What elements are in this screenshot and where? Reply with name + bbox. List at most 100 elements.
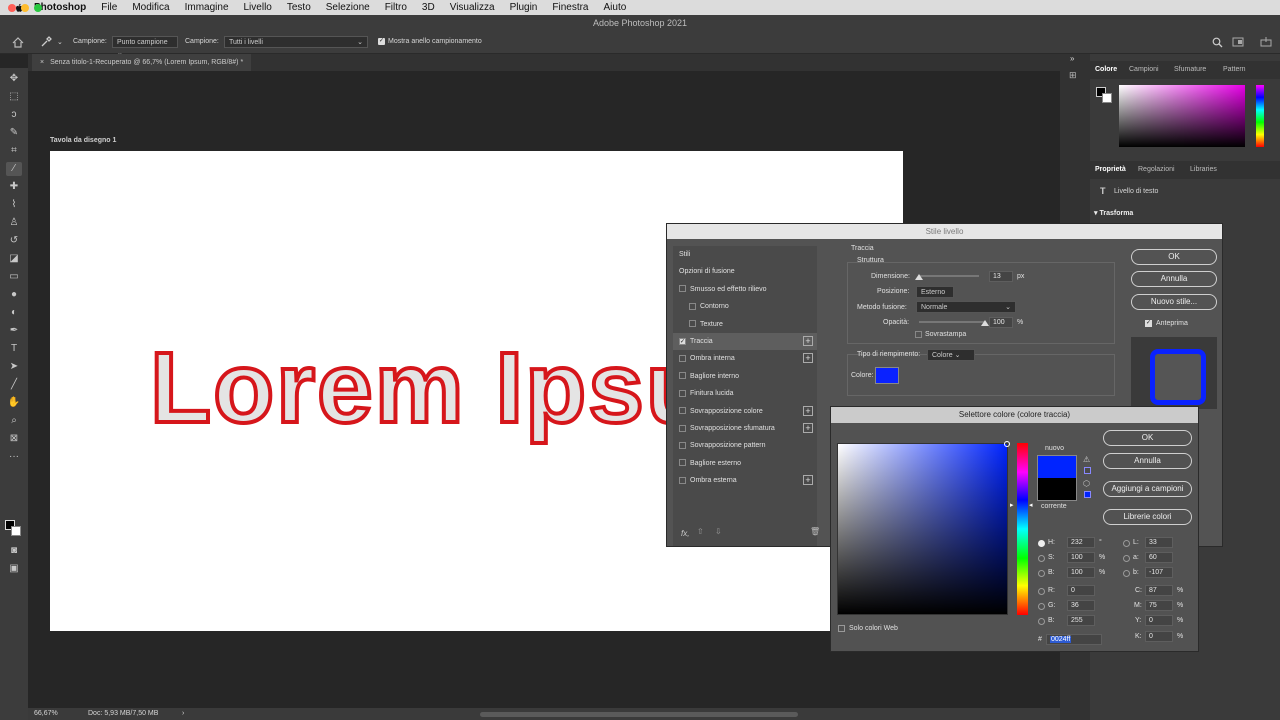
style-list-item[interactable]: Sovrapposizione colore + [673, 403, 817, 420]
zoom-tool-icon[interactable]: ⌕ [6, 414, 22, 428]
style-checkbox[interactable] [679, 355, 686, 363]
picker-cancel-button[interactable]: Annulla [1103, 453, 1192, 469]
stamp-tool-icon[interactable]: ♙ [6, 216, 22, 230]
hue-slider-right-arrow[interactable]: ◂ [1029, 501, 1033, 509]
style-checkbox[interactable]: ✓ [679, 337, 686, 345]
brush-tool-icon[interactable]: ⌇ [6, 198, 22, 212]
menu-immagine[interactable]: Immagine [185, 2, 229, 13]
hue-slider-panel[interactable] [1256, 85, 1264, 147]
menu-aiuto[interactable]: Aiuto [604, 2, 627, 13]
sample-layers-select[interactable]: Tutti i livelli ⌄ [224, 36, 368, 48]
share-icon[interactable] [1260, 37, 1272, 47]
position-select[interactable]: Esterno ⌄ [916, 286, 954, 307]
brightness-input[interactable]: 100 [1067, 567, 1095, 578]
stroke-color-swatch[interactable] [875, 367, 899, 384]
add-effect-icon[interactable]: + [803, 353, 813, 364]
blend-mode-select[interactable]: Normale ⌄ [916, 301, 1016, 313]
style-list-item[interactable]: Opzioni di fusione [673, 263, 817, 280]
menu-selezione[interactable]: Selezione [326, 2, 370, 13]
hue-radio[interactable] [1038, 540, 1045, 547]
new-style-button[interactable]: Nuovo stile... [1131, 294, 1217, 310]
transform-section-header[interactable]: ▾ Trasforma [1094, 209, 1133, 217]
blur-tool-icon[interactable]: ● [6, 288, 22, 302]
opacity-slider[interactable] [919, 321, 985, 323]
cyan-input[interactable]: 87 [1145, 585, 1173, 596]
style-checkbox[interactable] [679, 372, 686, 380]
lasso-tool-icon[interactable]: ↄ [6, 108, 22, 122]
tab-pattern[interactable]: Pattern [1223, 61, 1246, 78]
preview-checkbox[interactable]: ✓ [1145, 320, 1152, 327]
panel-background-swatch[interactable] [1102, 93, 1112, 103]
history-brush-tool-icon[interactable]: ↺ [6, 234, 22, 248]
zoom-level[interactable]: 66,67% [34, 708, 58, 720]
gradient-tool-icon[interactable]: ▭ [6, 270, 22, 284]
hand-tool-icon[interactable]: ✋ [6, 396, 22, 410]
add-effect-icon[interactable]: + [803, 475, 813, 486]
home-icon[interactable] [12, 37, 24, 48]
style-list-item[interactable]: Smusso ed effetto rilievo [673, 281, 817, 298]
style-checkbox[interactable] [679, 476, 686, 484]
menu-finestra[interactable]: Finestra [552, 2, 588, 13]
menu-plugin[interactable]: Plugin [510, 2, 538, 13]
move-up-icon[interactable]: ⇧ [697, 527, 704, 536]
add-effect-icon[interactable]: + [803, 405, 813, 416]
style-list-item[interactable]: Contorno [673, 298, 817, 315]
horizontal-scrollbar[interactable] [480, 712, 798, 717]
yellow-input[interactable]: 0 [1145, 615, 1173, 626]
tab-sfumature[interactable]: Sfumature [1174, 61, 1206, 78]
color-field[interactable] [837, 441, 1010, 615]
lab-b-radio[interactable] [1123, 570, 1130, 577]
color-libraries-button[interactable]: Librerie colori [1103, 509, 1192, 525]
gamut-color-swatch[interactable] [1084, 467, 1091, 474]
style-checkbox[interactable] [689, 320, 696, 328]
style-checkbox[interactable] [679, 442, 686, 450]
tab-libraries[interactable]: Libraries [1190, 161, 1217, 178]
sampling-ring-checkbox[interactable]: ✓ [378, 38, 385, 45]
style-checkbox[interactable] [679, 407, 686, 415]
collapse-panels-icon[interactable]: » [1070, 54, 1074, 63]
style-list-item[interactable]: Sovrapposizione pattern [673, 437, 817, 454]
magenta-input[interactable]: 75 [1145, 600, 1173, 611]
lab-a-radio[interactable] [1123, 555, 1130, 562]
blue-input[interactable]: 255 [1067, 615, 1095, 626]
workspace-icon[interactable] [1232, 37, 1244, 47]
saturation-input[interactable]: 100 [1067, 552, 1095, 563]
lab-l-radio[interactable] [1123, 540, 1130, 547]
background-color-swatch[interactable] [11, 526, 21, 536]
path-select-tool-icon[interactable]: ➤ [6, 360, 22, 374]
tab-proprieta[interactable]: Proprietà [1095, 161, 1126, 178]
red-input[interactable]: 0 [1067, 585, 1095, 596]
chevron-right-icon[interactable]: › [182, 708, 184, 720]
size-slider-thumb[interactable] [915, 274, 923, 280]
tab-colore[interactable]: Colore [1095, 61, 1117, 78]
add-effect-icon[interactable]: + [803, 336, 813, 346]
web-safe-swatch[interactable] [1084, 491, 1091, 498]
add-to-swatches-button[interactable]: Aggiungi a campioni [1103, 481, 1192, 497]
healing-tool-icon[interactable]: ✚ [6, 180, 22, 194]
size-input[interactable]: 13 [989, 271, 1013, 282]
move-tool-icon[interactable]: ✥ [6, 72, 22, 86]
menu-modifica[interactable]: Modifica [132, 2, 169, 13]
style-list-item[interactable]: Sovrapposizione sfumatura + [673, 420, 817, 437]
dodge-tool-icon[interactable]: ◐ [6, 306, 22, 320]
opacity-input[interactable]: 100 [989, 317, 1013, 328]
style-list-item[interactable]: Bagliore interno [673, 368, 817, 385]
color-field-cursor[interactable] [1004, 441, 1010, 447]
size-slider[interactable] [919, 275, 979, 277]
web-safe-icon[interactable]: ⬡ [1083, 479, 1090, 488]
lab-a-input[interactable]: 60 [1145, 552, 1173, 563]
eraser-tool-icon[interactable]: ◪ [6, 252, 22, 266]
green-input[interactable]: 36 [1067, 600, 1095, 611]
quick-select-tool-icon[interactable]: ✎ [6, 126, 22, 140]
style-list-item[interactable]: Bagliore esterno [673, 455, 817, 472]
style-list-item[interactable]: Ombra esterna + [673, 472, 817, 489]
move-down-icon[interactable]: ⇩ [715, 527, 722, 536]
chevron-down-icon[interactable]: ⌄ [57, 38, 63, 46]
hex-input[interactable]: 0024ff [1046, 634, 1102, 645]
hue-slider[interactable] [1017, 443, 1028, 615]
style-checkbox[interactable] [689, 302, 696, 310]
style-checkbox[interactable] [679, 285, 686, 293]
close-window-button[interactable] [8, 4, 16, 12]
menu-testo[interactable]: Testo [287, 2, 311, 13]
crop-tool-icon[interactable]: ⌗ [6, 144, 22, 158]
